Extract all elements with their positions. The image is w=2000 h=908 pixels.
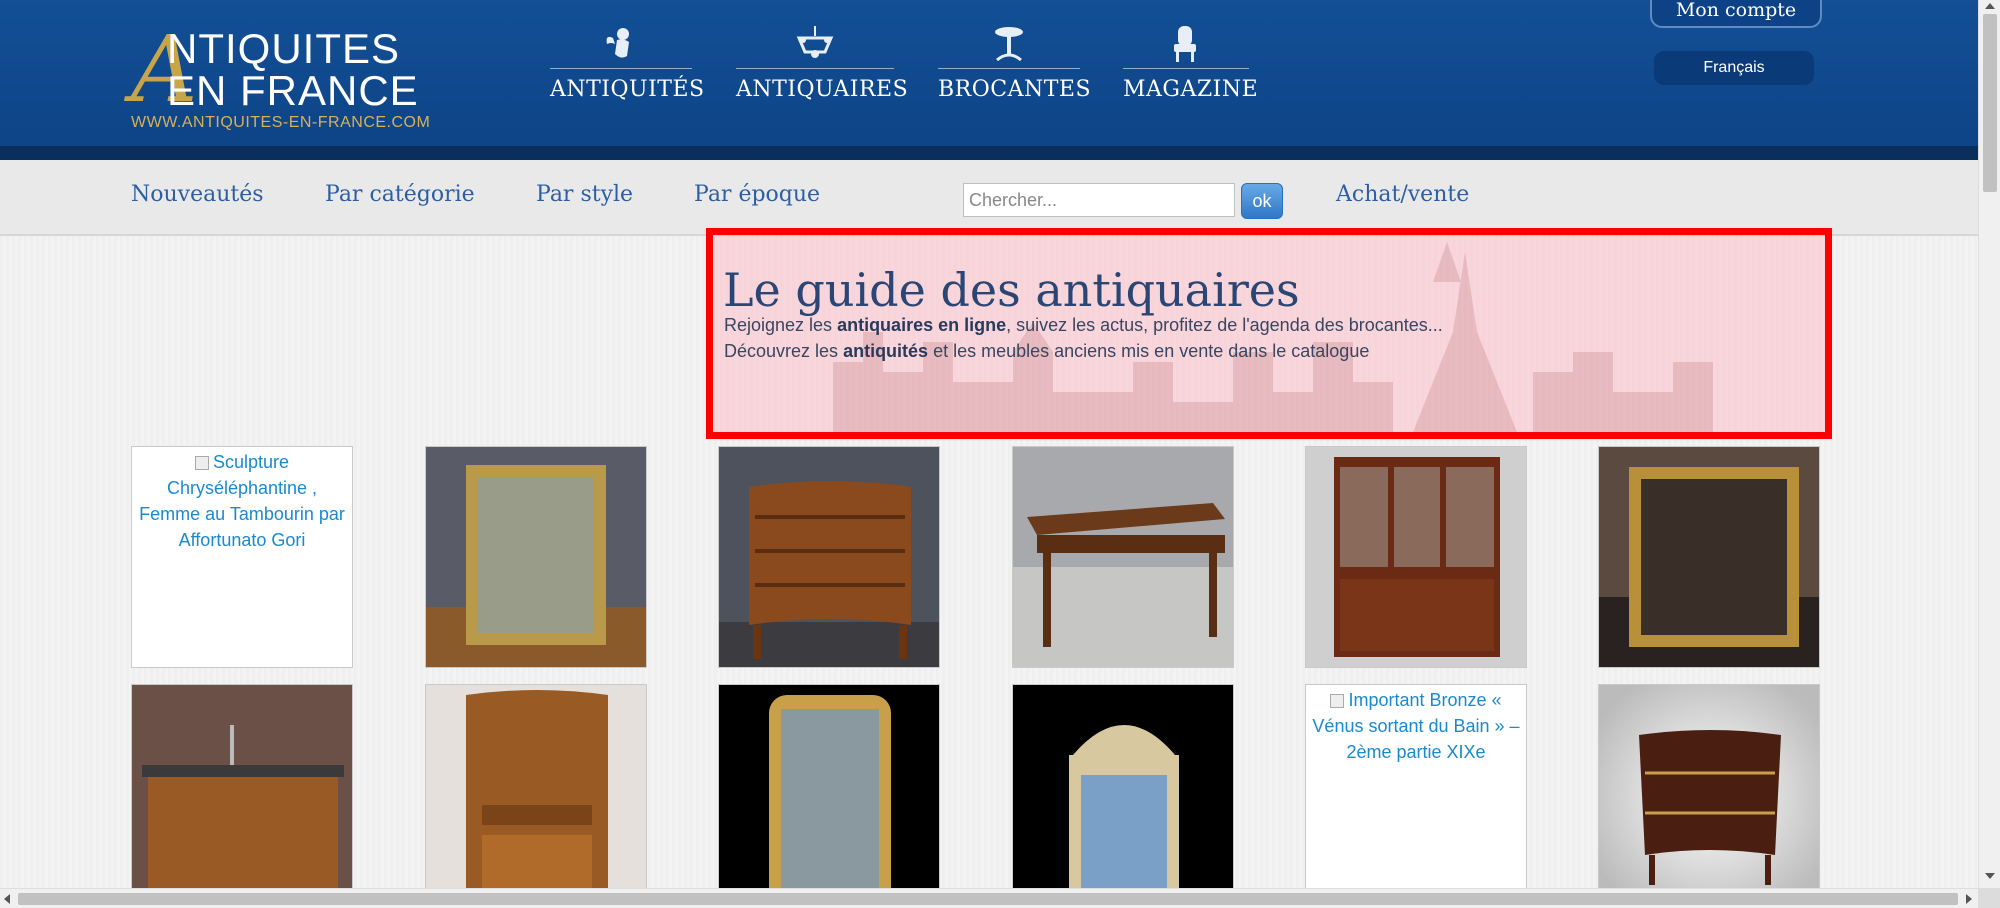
nav-label: BROCANTES [938, 77, 1092, 102]
hero-text: , suivez les actus, profitez de l'agenda… [1006, 315, 1443, 335]
nav-label: MAGAZINE [1123, 77, 1259, 102]
product-image [1306, 447, 1526, 667]
cherub-icon [606, 28, 629, 58]
logo-line-2: EN FRANCE [167, 67, 419, 114]
hero-text: et les meubles anciens mis en vente dans… [928, 341, 1370, 361]
nav-divider [550, 68, 692, 69]
nav-link-par-style[interactable]: Par style [536, 182, 633, 207]
product-image [132, 685, 352, 888]
product-tile[interactable] [1598, 446, 1820, 668]
product-image [1013, 685, 1233, 888]
horizontal-scroll-thumb[interactable] [18, 893, 1958, 905]
nav-link-nouveautes[interactable]: Nouveautés [131, 182, 264, 207]
broken-image-icon [1330, 694, 1345, 709]
site-header: A NTIQUITES EN FRANCE WWW.ANTIQUITES-EN-… [0, 0, 1978, 160]
product-image [1599, 685, 1819, 888]
product-image [719, 447, 939, 667]
nav-divider [938, 68, 1080, 69]
pedestal-table-icon [995, 27, 1023, 62]
horizontal-scrollbar[interactable] [0, 888, 1978, 908]
scroll-down-icon[interactable] [1985, 873, 1995, 879]
secondary-nav: Nouveautés Par catégorie Par style Par é… [0, 160, 1978, 236]
vertical-scroll-thumb[interactable] [1983, 14, 1997, 192]
scroll-left-icon[interactable] [4, 894, 10, 904]
nav-divider [1123, 68, 1249, 69]
hero-line-2: Découvrez les antiquités et les meubles … [724, 341, 1369, 362]
nav-link-par-epoque[interactable]: Par époque [694, 182, 820, 207]
page: A NTIQUITES EN FRANCE WWW.ANTIQUITES-EN-… [0, 0, 1978, 888]
scrollbar-corner [1978, 888, 2000, 908]
product-tile[interactable] [1305, 446, 1527, 668]
search-input[interactable] [963, 183, 1235, 217]
product-image [1599, 447, 1819, 667]
site-logo[interactable]: A NTIQUITES EN FRANCE WWW.ANTIQUITES-EN-… [131, 24, 431, 132]
product-tile[interactable] [1012, 446, 1234, 668]
hero-text: Rejoignez les [724, 315, 838, 335]
product-image [1013, 447, 1233, 667]
account-button[interactable]: Mon compte [1650, 0, 1822, 28]
nav-link-par-categorie[interactable]: Par catégorie [325, 182, 475, 207]
nav-magazine[interactable]: MAGAZINE [1123, 24, 1259, 102]
nav-label: ANTIQUITÉS [550, 77, 705, 102]
scroll-up-icon[interactable] [1985, 3, 1995, 9]
search-button[interactable]: ok [1241, 183, 1283, 219]
nav-link-achat-vente[interactable]: Achat/vente [1336, 182, 1469, 207]
header-bottom-band [0, 146, 1978, 160]
vertical-scrollbar[interactable] [1978, 0, 2000, 888]
product-tile[interactable] [1012, 684, 1234, 888]
hero-text: Découvrez les [724, 341, 844, 361]
nav-brocantes[interactable]: BROCANTES [938, 24, 1092, 102]
logo-url: WWW.ANTIQUITES-EN-FRANCE.COM [131, 114, 431, 131]
product-image [719, 685, 939, 888]
hero-line-1: Rejoignez les antiquaires en ligne, suiv… [724, 315, 1443, 336]
logo-line-1: NTIQUITES [167, 25, 401, 72]
nav-label: ANTIQUAIRES [736, 77, 909, 102]
product-tile[interactable] [131, 684, 353, 888]
armchair-icon [1174, 26, 1196, 62]
product-image-alt: Sculpture Chryséléphantine , Femme au Ta… [139, 452, 345, 550]
nav-divider [736, 68, 894, 69]
product-tile[interactable] [425, 684, 647, 888]
product-tile[interactable]: Important Bronze « Vénus sortant du Bain… [1305, 684, 1527, 888]
product-tile[interactable]: Sculpture Chryséléphantine , Femme au Ta… [131, 446, 353, 668]
product-tile[interactable] [1598, 684, 1820, 888]
product-image [426, 447, 646, 667]
nav-antiquaires[interactable]: ANTIQUAIRES [736, 24, 909, 102]
hero-link-antiquaires[interactable]: antiquaires en ligne [837, 315, 1006, 335]
product-tile[interactable] [718, 446, 940, 668]
scroll-right-icon[interactable] [1966, 894, 1972, 904]
hero-banner: Le guide des antiquaires Rejoignez les a… [706, 228, 1832, 439]
product-image [426, 685, 646, 888]
hero-link-antiquites[interactable]: antiquités [843, 341, 928, 361]
broken-image-icon [194, 456, 209, 471]
nav-antiquites[interactable]: ANTIQUITÉS [550, 24, 705, 102]
hero-title: Le guide des antiquaires [723, 263, 1300, 317]
product-tile[interactable] [718, 684, 940, 888]
product-tile[interactable] [425, 446, 647, 668]
chandelier-icon [796, 26, 834, 58]
language-selector[interactable]: Français [1654, 51, 1814, 85]
